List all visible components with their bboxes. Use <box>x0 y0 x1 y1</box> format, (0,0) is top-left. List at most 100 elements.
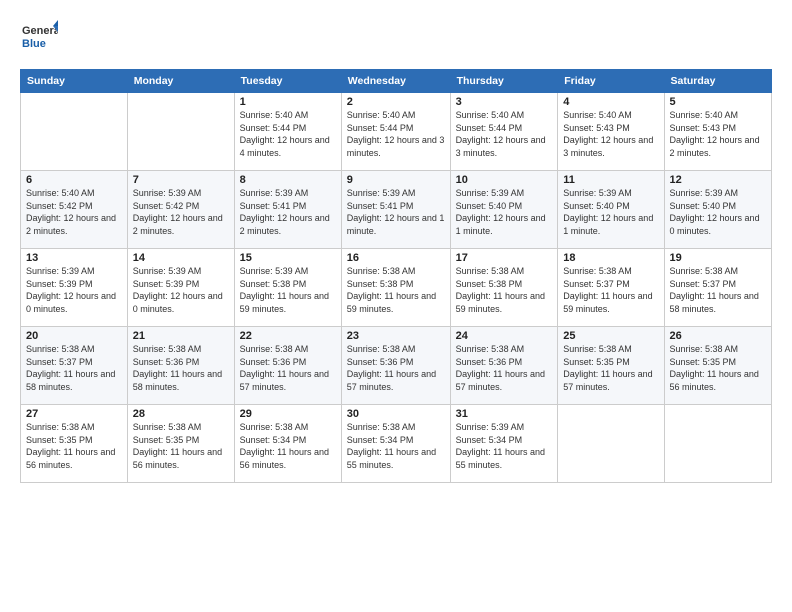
day-info: Sunrise: 5:39 AM Sunset: 5:42 PM Dayligh… <box>133 187 229 237</box>
day-info: Sunrise: 5:38 AM Sunset: 5:38 PM Dayligh… <box>456 265 553 315</box>
day-info: Sunrise: 5:39 AM Sunset: 5:40 PM Dayligh… <box>670 187 766 237</box>
day-info: Sunrise: 5:39 AM Sunset: 5:40 PM Dayligh… <box>563 187 658 237</box>
day-number: 7 <box>133 174 229 186</box>
day-info: Sunrise: 5:38 AM Sunset: 5:34 PM Dayligh… <box>347 421 445 471</box>
day-number: 21 <box>133 330 229 342</box>
day-number: 20 <box>26 330 122 342</box>
calendar-cell: 29Sunrise: 5:38 AM Sunset: 5:34 PM Dayli… <box>234 405 341 483</box>
day-number: 29 <box>240 408 336 420</box>
calendar-cell <box>21 93 128 171</box>
calendar-cell: 30Sunrise: 5:38 AM Sunset: 5:34 PM Dayli… <box>341 405 450 483</box>
day-info: Sunrise: 5:40 AM Sunset: 5:44 PM Dayligh… <box>240 109 336 159</box>
svg-text:General: General <box>22 25 58 37</box>
day-number: 28 <box>133 408 229 420</box>
calendar-table: SundayMondayTuesdayWednesdayThursdayFrid… <box>20 69 772 483</box>
calendar-cell <box>664 405 771 483</box>
day-number: 10 <box>456 174 553 186</box>
day-info: Sunrise: 5:38 AM Sunset: 5:37 PM Dayligh… <box>26 343 122 393</box>
day-info: Sunrise: 5:38 AM Sunset: 5:35 PM Dayligh… <box>563 343 658 393</box>
day-info: Sunrise: 5:38 AM Sunset: 5:36 PM Dayligh… <box>347 343 445 393</box>
calendar-cell: 14Sunrise: 5:39 AM Sunset: 5:39 PM Dayli… <box>127 249 234 327</box>
day-number: 31 <box>456 408 553 420</box>
calendar-cell: 17Sunrise: 5:38 AM Sunset: 5:38 PM Dayli… <box>450 249 558 327</box>
day-number: 18 <box>563 252 658 264</box>
day-info: Sunrise: 5:40 AM Sunset: 5:43 PM Dayligh… <box>670 109 766 159</box>
day-number: 5 <box>670 96 766 108</box>
calendar-cell: 3Sunrise: 5:40 AM Sunset: 5:44 PM Daylig… <box>450 93 558 171</box>
day-info: Sunrise: 5:39 AM Sunset: 5:40 PM Dayligh… <box>456 187 553 237</box>
calendar-cell: 10Sunrise: 5:39 AM Sunset: 5:40 PM Dayli… <box>450 171 558 249</box>
calendar-week-5: 27Sunrise: 5:38 AM Sunset: 5:35 PM Dayli… <box>21 405 772 483</box>
calendar-week-2: 6Sunrise: 5:40 AM Sunset: 5:42 PM Daylig… <box>21 171 772 249</box>
day-number: 22 <box>240 330 336 342</box>
day-info: Sunrise: 5:38 AM Sunset: 5:34 PM Dayligh… <box>240 421 336 471</box>
day-number: 12 <box>670 174 766 186</box>
day-number: 13 <box>26 252 122 264</box>
calendar-week-3: 13 Sunrise: 5:39 AM Sunset: 5:39 PM Dayli… <box>21 249 772 327</box>
day-number: 26 <box>670 330 766 342</box>
logo-icon: General Blue <box>20 18 58 56</box>
day-number: 8 <box>240 174 336 186</box>
day-info: Sunrise: 5:39 AM Sunset: 5:41 PM Dayligh… <box>240 187 336 237</box>
calendar-cell: 1Sunrise: 5:40 AM Sunset: 5:44 PM Daylig… <box>234 93 341 171</box>
calendar-cell: 24Sunrise: 5:38 AM Sunset: 5:36 PM Dayli… <box>450 327 558 405</box>
calendar-cell: 4Sunrise: 5:40 AM Sunset: 5:43 PM Daylig… <box>558 93 664 171</box>
day-info: Sunrise: 5:40 AM Sunset: 5:44 PM Dayligh… <box>347 109 445 159</box>
calendar-cell <box>558 405 664 483</box>
day-info: Sunrise: 5:39 AM Sunset: 5:39 PM Dayligh… <box>133 265 229 315</box>
calendar-cell: 9Sunrise: 5:39 AM Sunset: 5:41 PM Daylig… <box>341 171 450 249</box>
day-number: 30 <box>347 408 445 420</box>
day-number: 4 <box>563 96 658 108</box>
calendar-cell: 15Sunrise: 5:39 AM Sunset: 5:38 PM Dayli… <box>234 249 341 327</box>
day-info: Sunrise: 5:38 AM Sunset: 5:36 PM Dayligh… <box>240 343 336 393</box>
day-number: 25 <box>563 330 658 342</box>
weekday-header-friday: Friday <box>558 70 664 93</box>
calendar-cell: 25Sunrise: 5:38 AM Sunset: 5:35 PM Dayli… <box>558 327 664 405</box>
calendar-cell: 27Sunrise: 5:38 AM Sunset: 5:35 PM Dayli… <box>21 405 128 483</box>
calendar-cell: 28Sunrise: 5:38 AM Sunset: 5:35 PM Dayli… <box>127 405 234 483</box>
day-info: Sunrise: 5:39 AM Sunset: 5:38 PM Dayligh… <box>240 265 336 315</box>
calendar-cell: 22Sunrise: 5:38 AM Sunset: 5:36 PM Dayli… <box>234 327 341 405</box>
calendar-week-4: 20Sunrise: 5:38 AM Sunset: 5:37 PM Dayli… <box>21 327 772 405</box>
day-info: Sunrise: 5:40 AM Sunset: 5:44 PM Dayligh… <box>456 109 553 159</box>
day-number: 17 <box>456 252 553 264</box>
calendar-cell: 26Sunrise: 5:38 AM Sunset: 5:35 PM Dayli… <box>664 327 771 405</box>
calendar-week-1: 1Sunrise: 5:40 AM Sunset: 5:44 PM Daylig… <box>21 93 772 171</box>
day-number: 15 <box>240 252 336 264</box>
day-number: 1 <box>240 96 336 108</box>
calendar-cell: 8Sunrise: 5:39 AM Sunset: 5:41 PM Daylig… <box>234 171 341 249</box>
weekday-header-tuesday: Tuesday <box>234 70 341 93</box>
day-info: Sunrise: 5:38 AM Sunset: 5:38 PM Dayligh… <box>347 265 445 315</box>
day-number: 3 <box>456 96 553 108</box>
day-info: Sunrise: 5:38 AM Sunset: 5:35 PM Dayligh… <box>133 421 229 471</box>
calendar-cell: 7Sunrise: 5:39 AM Sunset: 5:42 PM Daylig… <box>127 171 234 249</box>
day-number: 16 <box>347 252 445 264</box>
logo: General Blue <box>20 18 58 61</box>
day-info: Sunrise: 5:38 AM Sunset: 5:35 PM Dayligh… <box>26 421 122 471</box>
day-info: Sunrise: 5:40 AM Sunset: 5:42 PM Dayligh… <box>26 187 122 237</box>
weekday-header-saturday: Saturday <box>664 70 771 93</box>
day-info: Sunrise: 5:38 AM Sunset: 5:36 PM Dayligh… <box>456 343 553 393</box>
day-info: Sunrise: 5:39 AM Sunset: 5:34 PM Dayligh… <box>456 421 553 471</box>
calendar-cell: 23Sunrise: 5:38 AM Sunset: 5:36 PM Dayli… <box>341 327 450 405</box>
calendar-cell: 19Sunrise: 5:38 AM Sunset: 5:37 PM Dayli… <box>664 249 771 327</box>
calendar-cell: 12Sunrise: 5:39 AM Sunset: 5:40 PM Dayli… <box>664 171 771 249</box>
day-info: Sunrise: 5:40 AM Sunset: 5:43 PM Dayligh… <box>563 109 658 159</box>
day-info: Sunrise: 5:38 AM Sunset: 5:35 PM Dayligh… <box>670 343 766 393</box>
calendar-cell: 6Sunrise: 5:40 AM Sunset: 5:42 PM Daylig… <box>21 171 128 249</box>
day-number: 11 <box>563 174 658 186</box>
day-number: 23 <box>347 330 445 342</box>
weekday-header-sunday: Sunday <box>21 70 128 93</box>
day-number: 6 <box>26 174 122 186</box>
day-number: 2 <box>347 96 445 108</box>
day-info: Sunrise: 5:39 AM Sunset: 5:41 PM Dayligh… <box>347 187 445 237</box>
calendar-cell: 13Sunrise: 5:39 AM Sunset: 5:39 PM Dayli… <box>21 249 128 327</box>
day-number: 9 <box>347 174 445 186</box>
day-number: 19 <box>670 252 766 264</box>
day-info: Sunrise: 5:38 AM Sunset: 5:36 PM Dayligh… <box>133 343 229 393</box>
day-number: 14 <box>133 252 229 264</box>
svg-text:Blue: Blue <box>22 38 46 50</box>
day-number: 24 <box>456 330 553 342</box>
page-header: General Blue <box>20 18 772 61</box>
calendar-cell: 5Sunrise: 5:40 AM Sunset: 5:43 PM Daylig… <box>664 93 771 171</box>
